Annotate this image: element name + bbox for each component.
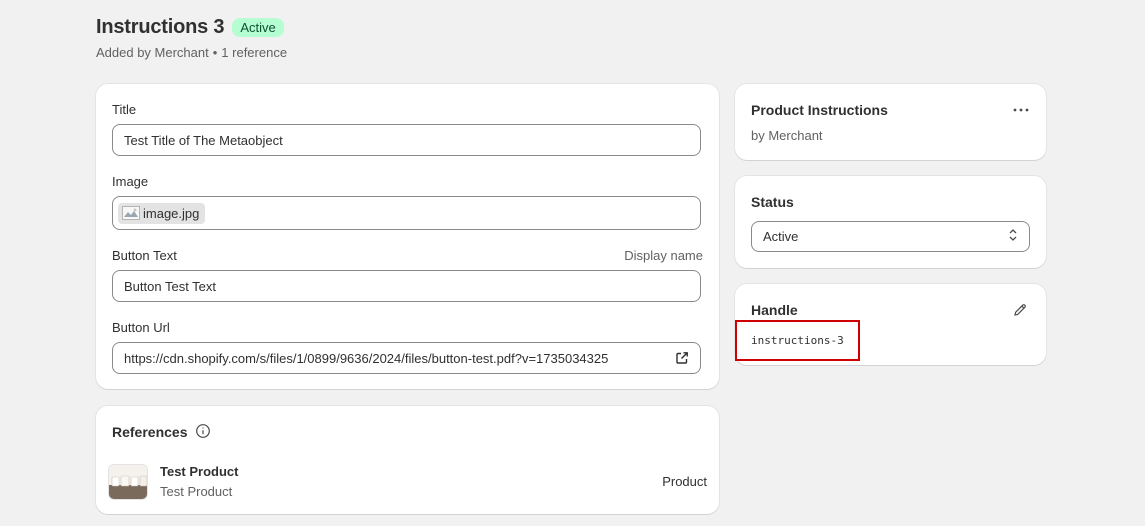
- handle-highlight: instructions-3: [735, 320, 860, 361]
- image-label: Image: [112, 174, 149, 189]
- button-text-input[interactable]: Button Test Text: [112, 270, 701, 302]
- status-select-value: Active: [763, 229, 799, 244]
- display-name-hint: Display name: [624, 248, 703, 263]
- external-link-icon[interactable]: [675, 351, 689, 365]
- references-count: 1 reference: [221, 45, 288, 60]
- chevron-up-down-icon: [1008, 228, 1018, 245]
- page-title: Instructions 3: [96, 16, 225, 38]
- handle-value[interactable]: instructions-3: [751, 334, 844, 347]
- status-badge: Active: [232, 18, 284, 37]
- status-card: Status Active: [735, 176, 1046, 268]
- reference-row[interactable]: Test Product Test Product Product: [108, 462, 707, 502]
- image-picker[interactable]: image.jpg: [112, 196, 701, 230]
- fields-card: Title Test Title of The Metaobject Image…: [96, 84, 719, 389]
- reference-subtitle: Test Product: [160, 484, 233, 499]
- page-subtitle: Added by Merchant • 1 reference: [96, 45, 287, 60]
- handle-heading: Handle: [751, 302, 798, 318]
- reference-type: Product: [662, 474, 707, 489]
- definition-card: Product Instructions by Merchant: [735, 84, 1046, 160]
- button-url-input[interactable]: https://cdn.shopify.com/s/files/1/0899/9…: [112, 342, 701, 374]
- references-card: References Test Product Test Product Pro…: [96, 406, 719, 514]
- pencil-icon[interactable]: [1012, 302, 1028, 318]
- button-text-value: Button Test Text: [124, 278, 217, 294]
- title-input[interactable]: Test Title of The Metaobject: [112, 124, 701, 156]
- title-input-value: Test Title of The Metaobject: [124, 132, 283, 148]
- definition-owner: by Merchant: [751, 128, 823, 143]
- title-label: Title: [112, 102, 137, 117]
- image-file-name: image.jpg: [143, 205, 200, 221]
- definition-name: Product Instructions: [751, 102, 888, 118]
- button-text-label: Button Text: [112, 248, 177, 263]
- separator-dot: •: [212, 45, 218, 60]
- status-select[interactable]: Active: [751, 221, 1030, 252]
- added-by-text: Added by Merchant: [96, 45, 209, 60]
- page-header: Instructions 3 Active Added by Merchant •…: [96, 16, 287, 60]
- product-thumbnail: [108, 464, 148, 500]
- image-file-chip[interactable]: image.jpg: [118, 202, 206, 224]
- info-icon[interactable]: [195, 423, 211, 439]
- handle-card: Handle instructions-3: [735, 284, 1046, 365]
- button-url-label: Button Url: [112, 320, 170, 335]
- references-heading: References: [112, 424, 188, 440]
- status-heading: Status: [751, 194, 794, 210]
- button-url-value: https://cdn.shopify.com/s/files/1/0899/9…: [124, 350, 609, 366]
- more-horizontal-icon[interactable]: [1012, 102, 1030, 112]
- image-icon: [122, 206, 140, 220]
- reference-name: Test Product: [160, 464, 239, 479]
